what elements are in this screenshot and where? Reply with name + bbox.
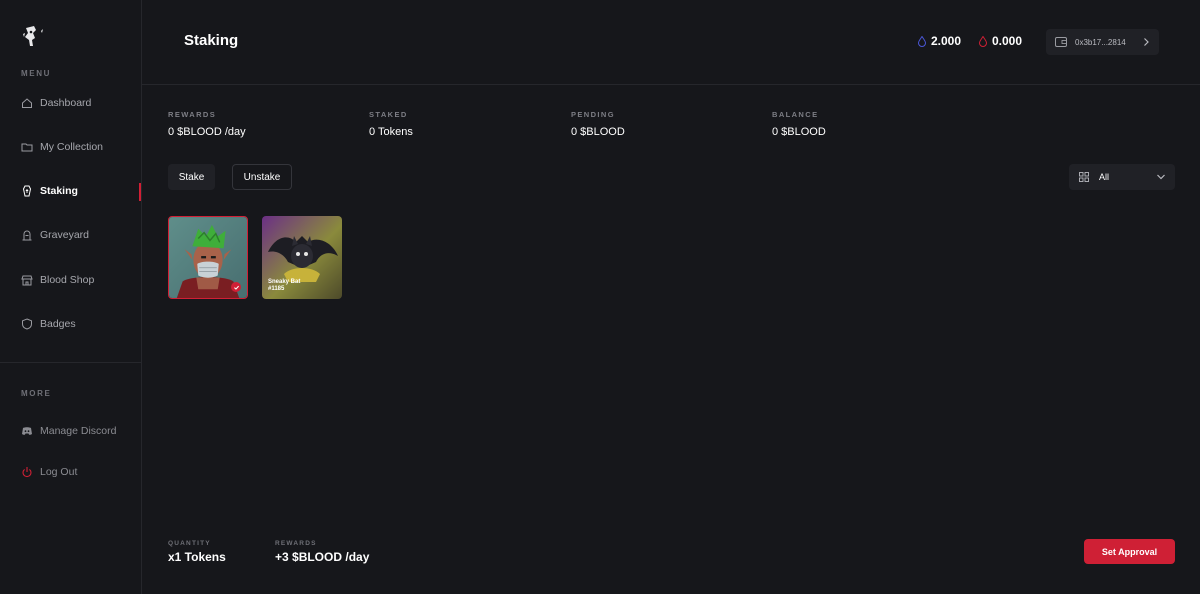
wallet-button[interactable]: 0x3b17...2814	[1046, 29, 1159, 55]
sidebar-item-dashboard[interactable]: Dashboard	[0, 93, 142, 113]
balance-a-value: 2.000	[931, 34, 962, 48]
nft-id: #1185	[268, 286, 285, 292]
unstake-button[interactable]: Unstake	[232, 164, 292, 190]
menu-section-label: MENU	[21, 69, 51, 78]
footer-quantity-label: QUANTITY	[168, 540, 211, 547]
sidebar: MENU Dashboard My Collection Staking Gra	[0, 0, 142, 594]
sidebar-item-staking[interactable]: Staking	[0, 181, 142, 201]
stat-label: BALANCE	[772, 110, 819, 119]
logo-icon[interactable]	[20, 24, 48, 50]
sidebar-divider	[0, 362, 142, 363]
sidebar-item-label: Blood Shop	[40, 274, 95, 286]
balance-a: 2.000	[918, 34, 961, 48]
page-title: Staking	[184, 32, 239, 49]
sidebar-item-manage-discord[interactable]: Manage Discord	[0, 421, 142, 441]
sidebar-item-label: Staking	[40, 185, 78, 197]
footer-rewards: REWARDS +3 $BLOOD /day	[275, 540, 369, 564]
tombstone-icon	[21, 229, 33, 241]
sidebar-item-log-out[interactable]: Log Out	[0, 462, 142, 482]
filter-dropdown[interactable]: All	[1069, 164, 1175, 190]
shop-icon	[21, 274, 33, 286]
power-icon	[21, 466, 33, 478]
filter-selected-value: All	[1099, 172, 1110, 182]
sidebar-item-label: Badges	[40, 318, 76, 330]
footer-quantity: QUANTITY x1 Tokens	[168, 540, 226, 564]
sidebar-item-label: Log Out	[40, 466, 78, 478]
stat-label: REWARDS	[168, 110, 217, 119]
selected-check-icon	[231, 282, 241, 292]
stat-pending: PENDING 0 $BLOOD	[571, 110, 625, 138]
home-icon	[21, 97, 33, 109]
folder-icon	[21, 141, 33, 153]
coffin-icon	[21, 185, 33, 197]
footer-rewards-label: REWARDS	[275, 540, 317, 547]
drop-icon	[918, 35, 926, 47]
sidebar-item-label: Manage Discord	[40, 425, 117, 437]
footer-quantity-value: x1 Tokens	[168, 550, 226, 564]
sidebar-item-label: Graveyard	[40, 229, 90, 241]
nft-card[interactable]: Sneaky Bat #1185	[262, 216, 342, 299]
wallet-address: 0x3b17...2814	[1075, 37, 1126, 47]
more-section-label: MORE	[21, 389, 52, 398]
blood-drop-icon	[979, 35, 987, 47]
stake-button[interactable]: Stake	[168, 164, 215, 190]
chevron-down-icon	[1156, 173, 1166, 181]
footer-rewards-value: +3 $BLOOD /day	[275, 550, 370, 564]
stat-value: 0 Tokens	[369, 126, 413, 138]
wallet-icon	[1055, 37, 1067, 47]
sidebar-item-graveyard[interactable]: Graveyard	[0, 225, 142, 245]
top-header: Staking 2.000 0.000 0x3b17...2814	[142, 0, 1200, 85]
shield-icon	[21, 318, 33, 330]
stat-label: STAKED	[369, 110, 408, 119]
nft-caption: Sneaky Bat #1185	[268, 279, 300, 293]
sidebar-item-label: My Collection	[40, 141, 104, 153]
sidebar-item-my-collection[interactable]: My Collection	[0, 137, 142, 157]
stat-rewards: REWARDS 0 $BLOOD /day	[168, 110, 246, 138]
balance-b-value: 0.000	[992, 34, 1023, 48]
nft-name: Sneaky Bat	[268, 279, 301, 285]
set-approval-button[interactable]: Set Approval	[1084, 539, 1175, 564]
stat-staked: STAKED 0 Tokens	[369, 110, 413, 138]
stat-value: 0 $BLOOD	[571, 126, 625, 138]
stat-label: PENDING	[571, 110, 615, 119]
sidebar-item-label: Dashboard	[40, 97, 92, 109]
active-indicator	[139, 183, 141, 201]
discord-icon	[21, 425, 33, 437]
chevron-right-icon	[1142, 37, 1150, 47]
balance-b: 0.000	[979, 34, 1022, 48]
grid-icon	[1079, 172, 1089, 182]
stat-value: 0 $BLOOD	[772, 126, 826, 138]
sidebar-item-blood-shop[interactable]: Blood Shop	[0, 270, 142, 290]
nft-card[interactable]	[168, 216, 248, 299]
app-root: MENU Dashboard My Collection Staking Gra	[0, 0, 1200, 594]
stat-value: 0 $BLOOD /day	[168, 126, 246, 138]
sidebar-item-badges[interactable]: Badges	[0, 314, 142, 334]
stat-balance: BALANCE 0 $BLOOD	[772, 110, 826, 138]
